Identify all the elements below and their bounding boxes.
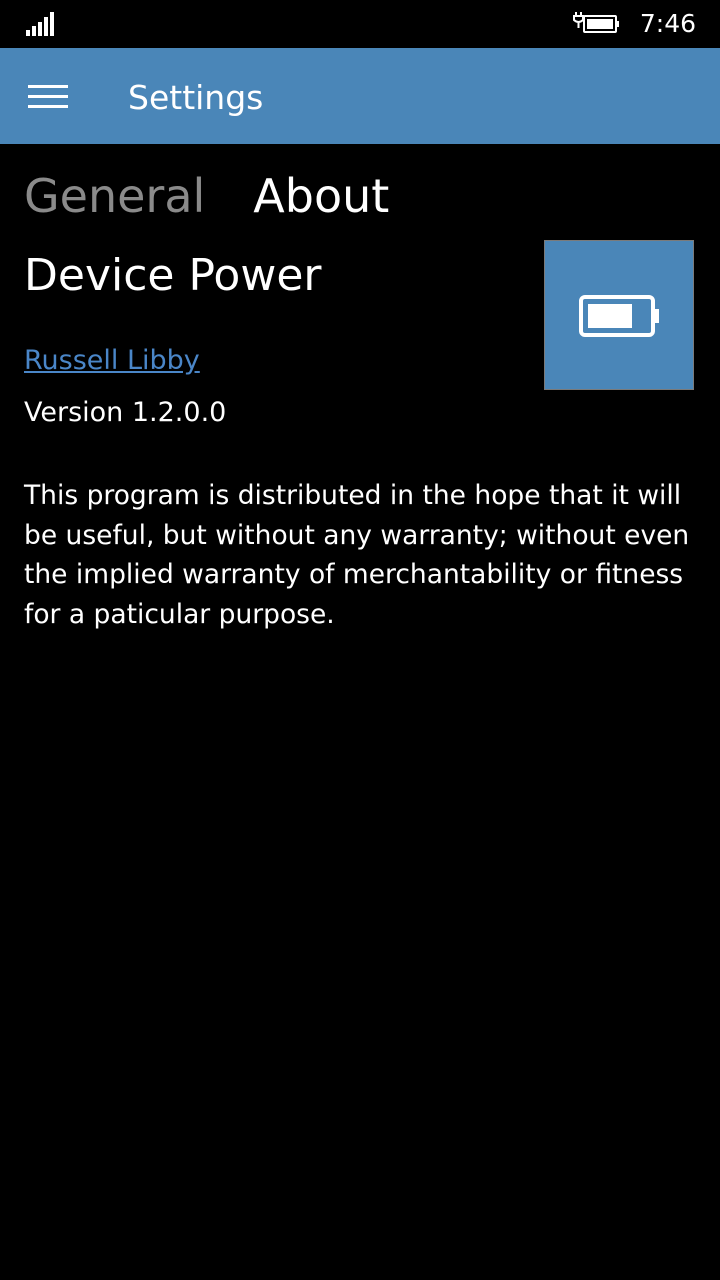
battery-icon bbox=[579, 295, 659, 337]
tab-general[interactable]: General bbox=[24, 166, 205, 226]
status-bar: 7:46 bbox=[0, 0, 720, 48]
version-text: Version 1.2.0.0 bbox=[24, 397, 227, 428]
tab-about[interactable]: About bbox=[253, 166, 389, 226]
signal-strength-icon bbox=[26, 12, 54, 36]
clock: 7:46 bbox=[639, 9, 696, 38]
hamburger-menu-icon[interactable] bbox=[18, 76, 78, 116]
app-bar: Settings bbox=[0, 48, 720, 144]
app-name: Device Power bbox=[24, 250, 322, 301]
author-link[interactable]: Russell Libby bbox=[24, 342, 200, 380]
pivot-tabs: General About bbox=[24, 166, 437, 226]
disclaimer-text: This program is distributed in the hope … bbox=[24, 480, 690, 630]
app-tile bbox=[544, 240, 694, 390]
page-title: Settings bbox=[128, 78, 264, 117]
battery-charging-icon bbox=[573, 12, 619, 33]
